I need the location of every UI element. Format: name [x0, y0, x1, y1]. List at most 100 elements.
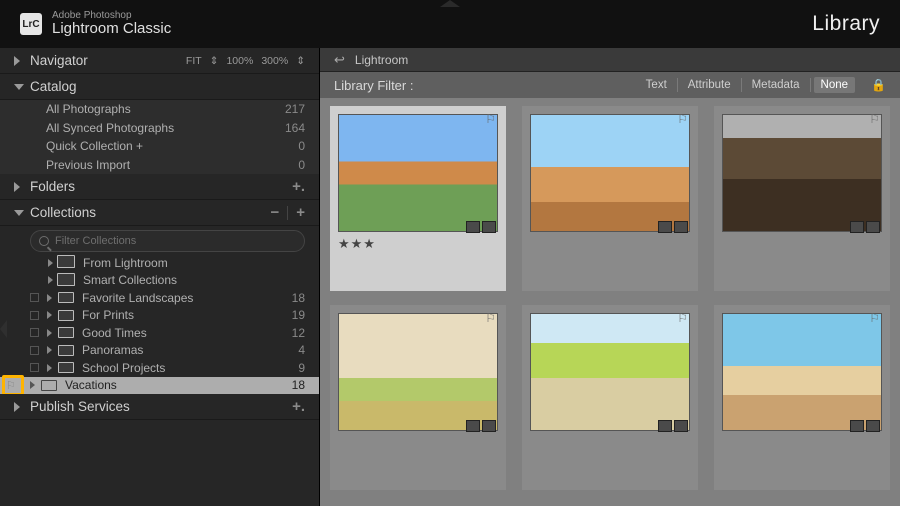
panel-catalog-title: Catalog — [30, 79, 77, 94]
thumbnail[interactable] — [530, 114, 690, 232]
collection-icon — [58, 310, 74, 321]
chevron-down-icon — [14, 84, 24, 90]
collection-item[interactable]: Smart Collections — [0, 272, 319, 290]
badge-icon[interactable] — [466, 221, 480, 233]
thumbnail[interactable] — [722, 114, 882, 232]
collection-item-selected[interactable]: ⚐ Vacations 18 — [0, 377, 319, 395]
flag-icon[interactable]: ⚐ — [677, 112, 688, 126]
updown-icon: ⇕ — [210, 55, 219, 67]
badge-icon[interactable] — [482, 420, 496, 432]
thumbnail[interactable] — [338, 114, 498, 232]
plus-icon[interactable]: +. — [292, 179, 305, 194]
badge-icon[interactable] — [482, 221, 496, 233]
rating-stars[interactable]: ★★★ — [338, 236, 498, 252]
catalog-item[interactable]: Previous Import 0 — [0, 156, 319, 175]
collection-item-count: 4 — [298, 343, 305, 357]
flag-icon[interactable]: ⚐ — [485, 112, 496, 126]
flag-icon[interactable]: ⚐ — [485, 311, 496, 325]
filter-option-attribute[interactable]: Attribute — [681, 77, 738, 93]
badge-icon[interactable] — [850, 420, 864, 432]
catalog-item-count: 0 — [298, 139, 305, 153]
badge-icon[interactable] — [866, 420, 880, 432]
module-switcher-library[interactable]: Library — [812, 12, 880, 36]
badge-icon[interactable] — [866, 221, 880, 233]
catalog-item-label: All Synced Photographs — [46, 121, 174, 135]
panel-collections-header[interactable]: Collections − + — [0, 200, 319, 226]
plus-icon[interactable]: + — [296, 205, 305, 220]
collection-item[interactable]: School Projects 9 — [0, 359, 319, 377]
catalog-item-count: 164 — [285, 121, 305, 135]
collection-icon — [58, 362, 74, 373]
grid-cell-selected[interactable]: ⚐ ★★★ — [330, 106, 506, 291]
sync-checkbox[interactable] — [30, 328, 39, 337]
filter-option-text[interactable]: Text — [639, 77, 674, 93]
grid-cell[interactable]: ⚐ — [714, 305, 890, 490]
filter-option-none[interactable]: None — [814, 77, 856, 93]
panel-folders-header[interactable]: Folders +. — [0, 174, 319, 200]
sync-checkbox[interactable] — [30, 311, 39, 320]
panel-navigator-title: Navigator — [30, 53, 88, 68]
thumbnail[interactable] — [722, 313, 882, 431]
flag-icon[interactable]: ⚐ — [869, 311, 880, 325]
collection-item[interactable]: Panoramas 4 — [0, 342, 319, 360]
collection-icon — [58, 327, 74, 338]
badge-icon[interactable] — [674, 420, 688, 432]
back-icon[interactable]: ↩ — [334, 52, 345, 68]
thumbnail[interactable] — [338, 313, 498, 431]
panel-publish-header[interactable]: Publish Services +. — [0, 394, 319, 420]
panel-catalog-header[interactable]: Catalog — [0, 74, 319, 100]
collection-item[interactable]: For Prints 19 — [0, 307, 319, 325]
plus-icon[interactable]: +. — [292, 399, 305, 414]
chevron-right-icon — [47, 329, 52, 337]
collection-item-label: Vacations — [65, 378, 117, 392]
badge-icon[interactable] — [658, 221, 672, 233]
badge-icon[interactable] — [658, 420, 672, 432]
content-area: ↩ Lightroom Library Filter : Text Attrib… — [320, 48, 900, 506]
left-panel-toggle[interactable] — [0, 320, 7, 338]
breadcrumb-text[interactable]: Lightroom — [355, 53, 408, 67]
thumbnail-grid[interactable]: ⚐ ★★★ ⚐ ⚐ ⚐ — [320, 98, 900, 506]
panel-navigator-header[interactable]: Navigator FIT ⇕ 100% 300% ⇕ — [0, 48, 319, 74]
chevron-right-icon — [48, 276, 53, 284]
panel-strip-handle[interactable] — [440, 0, 460, 7]
lock-icon[interactable]: 🔒 — [871, 78, 886, 92]
catalog-item-label: All Photographs — [46, 102, 131, 116]
chevron-right-icon — [30, 381, 35, 389]
thumbnail[interactable] — [530, 313, 690, 431]
badge-icon[interactable] — [850, 221, 864, 233]
sync-checkbox[interactable] — [30, 293, 39, 302]
collection-item[interactable]: From Lightroom — [0, 254, 319, 272]
left-panel: Navigator FIT ⇕ 100% 300% ⇕ Catalog All … — [0, 48, 320, 506]
catalog-item-count: 0 — [298, 158, 305, 172]
grid-cell[interactable]: ⚐ — [330, 305, 506, 490]
flag-icon[interactable]: ⚐ — [869, 112, 880, 126]
collections-filter-input[interactable]: Filter Collections — [30, 230, 305, 252]
collection-item-label: For Prints — [82, 308, 134, 322]
filter-option-metadata[interactable]: Metadata — [745, 77, 807, 93]
badge-icon[interactable] — [674, 221, 688, 233]
catalog-item[interactable]: All Photographs 217 — [0, 100, 319, 119]
panel-folders-title: Folders — [30, 179, 75, 194]
library-filter-bar: Library Filter : Text Attribute Metadata… — [320, 72, 900, 98]
collection-item[interactable]: Good Times 12 — [0, 324, 319, 342]
library-filter-label: Library Filter : — [334, 78, 413, 93]
grid-cell[interactable]: ⚐ — [522, 305, 698, 490]
collection-item[interactable]: Favorite Landscapes 18 — [0, 289, 319, 307]
flag-icon[interactable]: ⚐ — [677, 311, 688, 325]
catalog-item[interactable]: All Synced Photographs 164 — [0, 119, 319, 138]
badge-icon[interactable] — [466, 420, 480, 432]
catalog-item-label: Previous Import — [46, 158, 130, 172]
grid-cell[interactable]: ⚐ — [714, 106, 890, 291]
sync-checkbox[interactable] — [30, 363, 39, 372]
zoom-fit-button[interactable]: FIT — [186, 55, 202, 67]
zoom-300-button[interactable]: 300% — [261, 55, 288, 67]
minus-icon[interactable]: − — [270, 205, 279, 220]
sync-checkbox[interactable] — [30, 346, 39, 355]
zoom-100-button[interactable]: 100% — [226, 55, 253, 67]
grid-cell[interactable]: ⚐ — [522, 106, 698, 291]
collection-item-label: School Projects — [82, 361, 165, 375]
catalog-item[interactable]: Quick Collection + 0 — [0, 137, 319, 156]
divider — [741, 78, 742, 92]
collection-icon — [41, 380, 57, 391]
target-collection-flag-icon: ⚐ — [6, 379, 20, 392]
